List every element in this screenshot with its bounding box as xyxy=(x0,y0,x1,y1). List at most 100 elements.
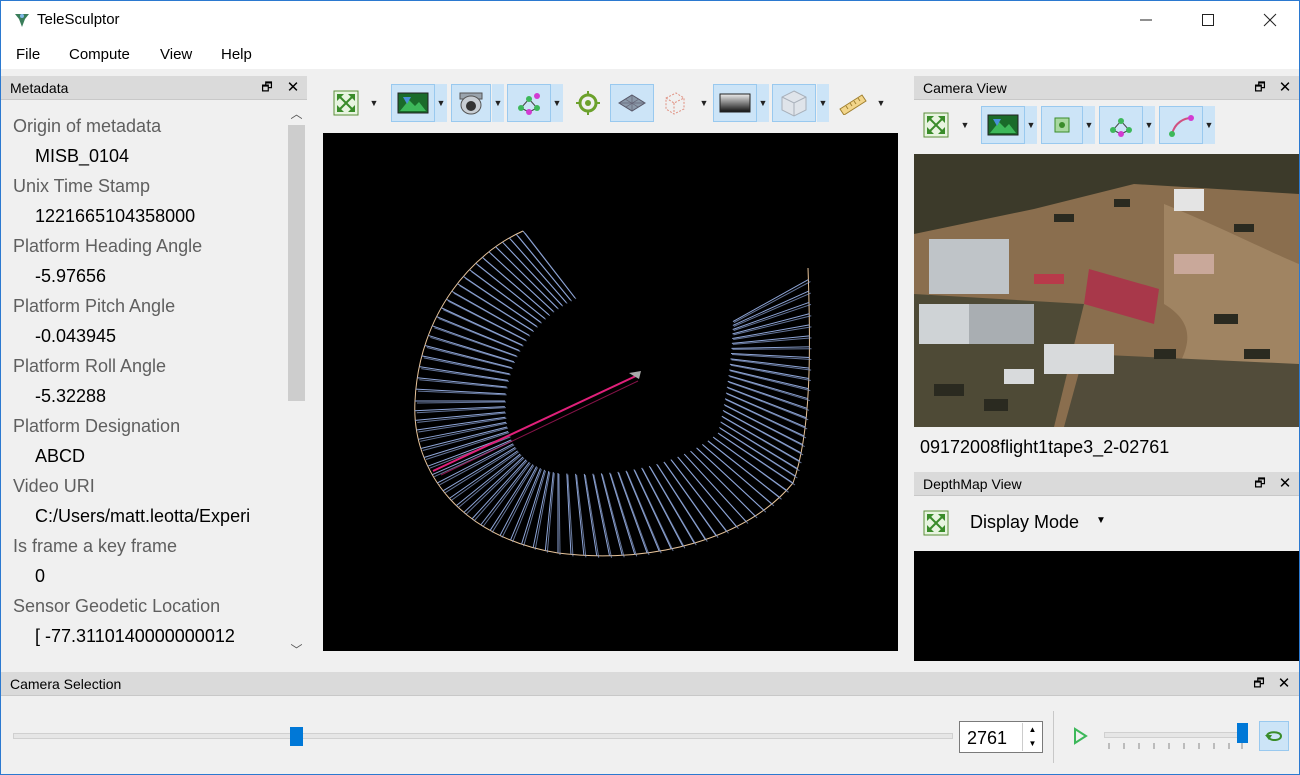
scroll-up-icon[interactable]: ︿ xyxy=(286,105,307,125)
landmarks-dropdown-icon[interactable]: ▼ xyxy=(551,84,563,122)
image-dropdown-icon[interactable]: ▼ xyxy=(435,84,447,122)
reset-view-button[interactable] xyxy=(329,84,363,122)
main-window: TeleSculptor File Compute View Help Meta… xyxy=(0,0,1300,775)
measure-button[interactable] xyxy=(835,84,871,122)
close-icon xyxy=(1263,13,1277,27)
show-ground-control-button[interactable] xyxy=(571,84,605,122)
show-image-button[interactable] xyxy=(391,84,435,122)
camera-reset-view-button[interactable] xyxy=(919,106,953,144)
frame-slider[interactable] xyxy=(13,733,953,739)
metadata-scrollbar[interactable]: ︿ ﹀ xyxy=(286,101,307,664)
camera-image-dropdown-icon[interactable]: ▼ xyxy=(1025,106,1037,144)
close-dock-icon[interactable]: ✕ xyxy=(1276,674,1292,692)
camera-frustum-line xyxy=(443,309,524,347)
camera-frustum-line xyxy=(471,271,542,324)
metadata-value: C:/Users/matt.leotta/Experi xyxy=(35,506,251,526)
camera-frustum-line xyxy=(546,473,555,553)
show-ground-plane-button[interactable] xyxy=(610,84,654,122)
depthmap-reset-view-button[interactable] xyxy=(919,504,953,542)
world-view-3d[interactable] xyxy=(323,133,898,651)
playback-speed-thumb[interactable] xyxy=(1237,723,1248,743)
show-roi-button[interactable] xyxy=(656,84,692,122)
float-dock-icon[interactable]: 🗗 xyxy=(1251,674,1267,692)
spin-down-icon[interactable]: ▼ xyxy=(1022,737,1042,751)
camera-frustum-line xyxy=(732,290,809,326)
roi-dropdown-icon[interactable]: ▼ xyxy=(698,84,710,122)
measure-dropdown-icon[interactable]: ▼ xyxy=(875,84,887,122)
camera-image-button[interactable] xyxy=(981,106,1025,144)
camera-frustum-line xyxy=(423,357,511,376)
minimize-button[interactable] xyxy=(1115,1,1177,39)
loop-button[interactable] xyxy=(1259,721,1289,751)
show-depth-button[interactable] xyxy=(713,84,757,122)
loop-icon xyxy=(1265,731,1283,742)
camera-view-dock-header: Camera View 🗗 ✕ xyxy=(914,76,1299,100)
reset-view-dropdown-icon[interactable]: ▼ xyxy=(368,84,380,122)
camera-frustum-line xyxy=(725,392,806,428)
residuals-button[interactable] xyxy=(1159,106,1203,144)
feature-tracks-dropdown-icon[interactable]: ▼ xyxy=(1083,106,1095,144)
camera-frustum-line xyxy=(703,445,775,507)
camera-frustum-line xyxy=(534,472,551,550)
depthmap-viewport[interactable] xyxy=(914,551,1299,661)
spin-up-icon[interactable]: ▲ xyxy=(1022,723,1042,737)
menu-bar: File Compute View Help xyxy=(1,39,1299,69)
camera-frustum-line xyxy=(510,239,568,304)
playback-speed-slider[interactable] xyxy=(1104,732,1244,738)
camera-frustum-line xyxy=(733,326,812,341)
metadata-label: Unix Time Stamp xyxy=(13,176,151,196)
float-dock-icon[interactable]: 🗗 xyxy=(259,78,275,96)
close-button[interactable] xyxy=(1239,1,1300,39)
menu-file[interactable]: File xyxy=(16,46,40,63)
residuals-dropdown-icon[interactable]: ▼ xyxy=(1203,106,1215,144)
metadata-label: Platform Pitch Angle xyxy=(13,296,176,316)
camera-frustum-line xyxy=(731,359,812,371)
menu-view[interactable]: View xyxy=(160,46,192,63)
metadata-label: Platform Designation xyxy=(13,416,181,436)
roi-box-icon xyxy=(665,92,685,115)
float-dock-icon[interactable]: 🗗 xyxy=(1252,474,1268,492)
show-cameras-button[interactable] xyxy=(451,84,491,122)
close-dock-icon[interactable]: ✕ xyxy=(285,78,301,96)
camera-frustum-line xyxy=(441,307,523,346)
playback-speed-ticks xyxy=(1108,743,1243,749)
close-dock-icon[interactable]: ✕ xyxy=(1277,78,1293,96)
scroll-thumb[interactable] xyxy=(288,125,305,401)
maximize-icon xyxy=(1202,14,1214,26)
display-mode-dropdown-icon[interactable]: ▼ xyxy=(1096,515,1106,526)
close-dock-icon[interactable]: ✕ xyxy=(1277,474,1293,492)
volume-dropdown-icon[interactable]: ▼ xyxy=(817,84,829,122)
float-dock-icon[interactable]: 🗗 xyxy=(1252,78,1268,96)
frame-number-spinbox[interactable]: 2761 ▲ ▼ xyxy=(959,721,1043,753)
maximize-button[interactable] xyxy=(1177,1,1239,39)
camera-landmarks-button[interactable] xyxy=(1099,106,1143,144)
frame-slider-thumb[interactable] xyxy=(290,727,303,746)
scroll-down-icon[interactable]: ﹀ xyxy=(286,641,307,661)
camera-frustum-line xyxy=(420,422,508,442)
metadata-value: [ -77.3110140000000012 xyxy=(35,626,235,646)
camera-frustum-line xyxy=(708,441,782,500)
camera-frustum-line xyxy=(642,468,686,549)
camera-selection-title: Camera Selection xyxy=(10,676,122,692)
display-mode-dropdown[interactable]: Display Mode xyxy=(970,512,1079,533)
menu-compute[interactable]: Compute xyxy=(69,46,130,63)
feature-tracks-button[interactable] xyxy=(1041,106,1083,144)
camera-landmarks-dropdown-icon[interactable]: ▼ xyxy=(1143,106,1155,144)
show-volume-button[interactable] xyxy=(772,84,816,122)
cameras-dropdown-icon[interactable]: ▼ xyxy=(492,84,504,122)
camera-icon xyxy=(459,92,483,115)
camera-frame-image[interactable] xyxy=(914,154,1299,427)
metadata-value: MISB_0104 xyxy=(35,146,130,166)
camera-reset-dropdown-icon[interactable]: ▼ xyxy=(959,106,971,144)
landmarks-icon xyxy=(518,93,540,115)
depth-dropdown-icon[interactable]: ▼ xyxy=(757,84,769,122)
metadata-value: 0 xyxy=(35,566,46,586)
camera-frustum-line xyxy=(657,464,708,542)
play-button[interactable] xyxy=(1067,719,1093,753)
menu-help[interactable]: Help xyxy=(221,46,252,63)
metadata-value: -0.043945 xyxy=(35,326,117,346)
depth-map-icon xyxy=(719,93,751,113)
show-landmarks-button[interactable] xyxy=(507,84,551,122)
camera-frustum-line xyxy=(504,243,564,307)
metadata-label: Platform Roll Angle xyxy=(13,356,167,376)
